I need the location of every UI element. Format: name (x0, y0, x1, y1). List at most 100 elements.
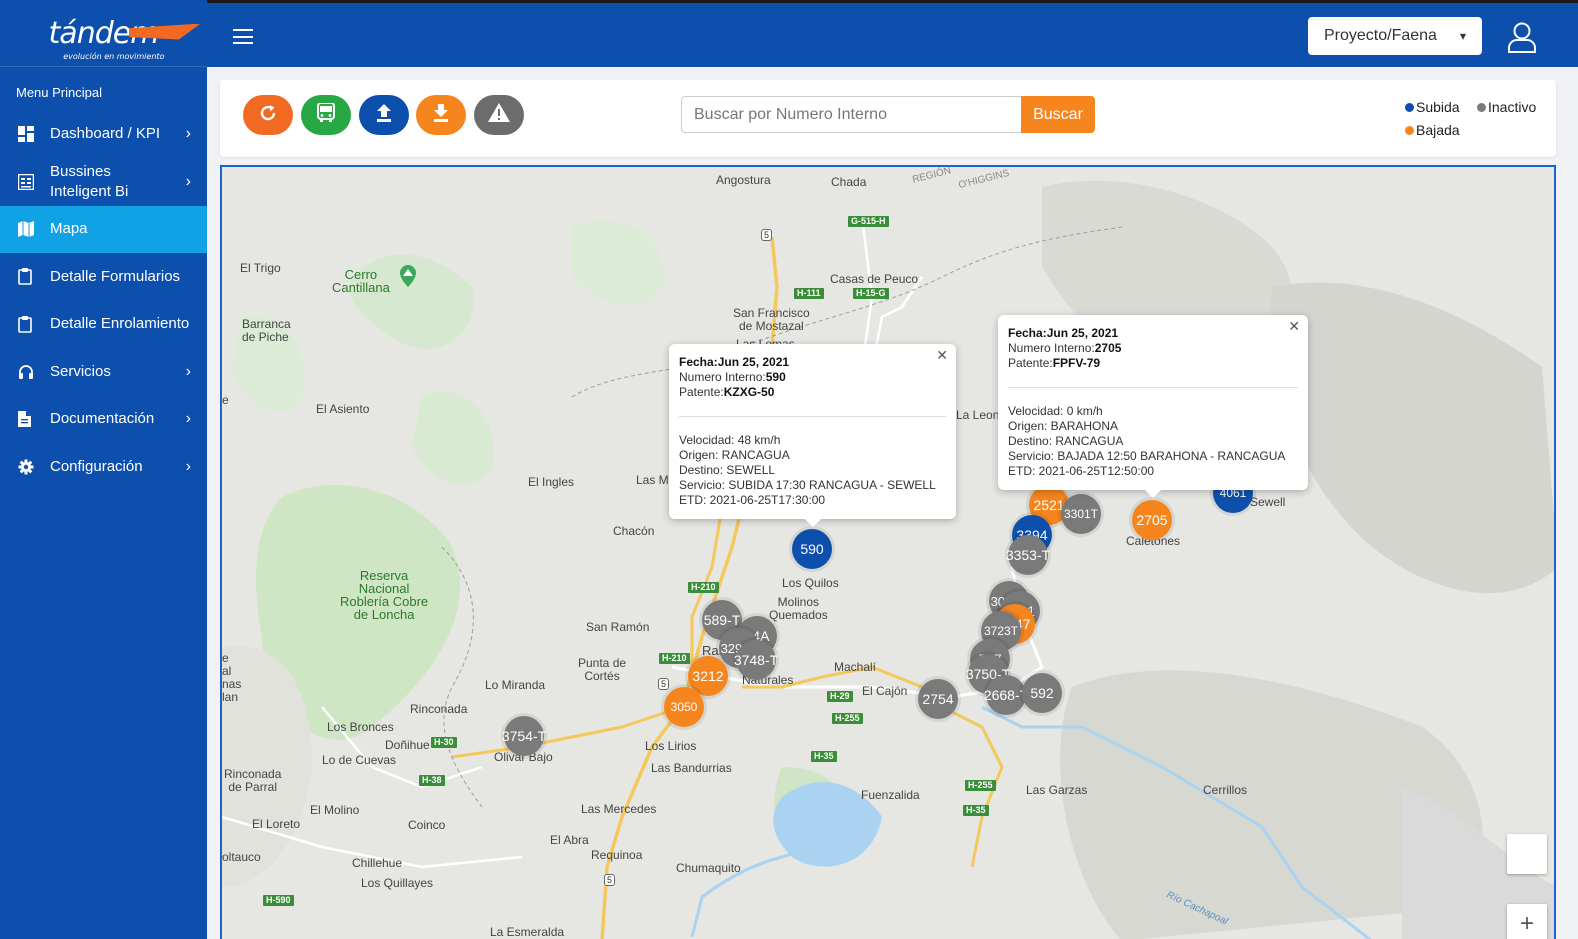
bus-marker[interactable]: 3754-T (502, 716, 546, 756)
refresh-button[interactable] (243, 95, 293, 135)
sidebar-item-documentacion[interactable]: Documentación › (0, 396, 207, 444)
popup-patente: KZXG-50 (723, 385, 775, 399)
popup-divider (679, 416, 946, 417)
place-label: Rinconada de Parral (224, 767, 282, 794)
popup-etd: ETD: 2021-06-25T12:50:00 (1008, 464, 1155, 478)
refresh-icon (259, 104, 277, 127)
sidebar-item-bi[interactable]: Bussines Inteligent Bi › (0, 158, 207, 206)
sidebar: tándem evolución en movimiento Menu Prin… (0, 0, 207, 939)
clipboard-icon (18, 268, 50, 286)
sidebar-item-mapa[interactable]: Mapa (0, 205, 207, 253)
search-input[interactable]: Buscar por Numero Interno (681, 96, 1022, 133)
place-label: Punta de Cortés (578, 656, 627, 683)
bus-marker[interactable]: 3050 (664, 687, 704, 727)
place-label: Doñihue (385, 738, 430, 752)
legend-label: Inactivo (1488, 99, 1537, 115)
place-label: Machalí (834, 660, 877, 674)
sidebar-item-label: Servicios (50, 362, 111, 380)
download-button[interactable] (416, 95, 466, 135)
place-label: Los Bronces (327, 720, 394, 734)
popup-fecha-label: Fecha: (1008, 326, 1047, 340)
place-label: Reserva Nacional Roblería Cobre de Lonch… (340, 568, 429, 622)
bus-marker[interactable]: 2705 (1132, 500, 1172, 540)
popup-patente: FPFV-79 (1052, 356, 1101, 370)
popup-numero-label: Numero Interno: (1008, 341, 1095, 355)
popup-origen: Origen: RANCAGUA (679, 448, 790, 462)
chevron-down-icon: ▾ (1459, 29, 1466, 43)
close-icon[interactable]: ✕ (1288, 319, 1300, 334)
place-label: oltauco (222, 850, 261, 864)
sidebar-item-detalle-enrolamiento[interactable]: Detalle Enrolamiento (0, 301, 207, 349)
popup-numero-label: Numero Interno: (679, 370, 766, 384)
place-label: Chada (831, 175, 867, 189)
user-icon[interactable] (1507, 21, 1537, 58)
place-label: e al nas lan (222, 651, 242, 704)
project-select[interactable]: Proyecto/Faena ▾ (1308, 17, 1482, 55)
search-button[interactable]: Buscar (1021, 96, 1095, 133)
place-label: Las Garzas (1026, 783, 1088, 797)
popup-fecha-label: Fecha: (679, 355, 718, 369)
place-label: San Ramón (586, 620, 650, 634)
route-shield: 5 (658, 678, 670, 690)
chevron-right-icon: › (185, 410, 191, 428)
top-bar: Proyecto/Faena ▾ (207, 0, 1578, 67)
sidebar-item-servicios[interactable]: Servicios › (0, 348, 207, 396)
sidebar-item-configuracion[interactable]: Configuración › (0, 443, 207, 491)
headphones-icon (18, 364, 50, 380)
popup-velocidad: Velocidad: 0 km/h (1008, 404, 1103, 418)
map-canvas[interactable]: Angostura Chada REGIÓN O'HIGGINS El Trig… (220, 165, 1556, 939)
place-label: El Asiento (316, 402, 370, 416)
highway-badge: H-255 (965, 780, 996, 791)
popup-divider (1008, 387, 1298, 388)
search-placeholder: Buscar por Numero Interno (694, 105, 887, 123)
place-label: San Francisco de Mostazal (733, 306, 810, 333)
legend-label: Bajada (1416, 122, 1460, 138)
place-label: El Molino (310, 803, 360, 817)
brand-tagline: evolución en movimiento (63, 51, 165, 61)
bus-button[interactable] (301, 95, 351, 135)
popup-numero: 2705 (1094, 341, 1122, 355)
bus-marker[interactable]: 3748-T (734, 640, 778, 680)
bus-marker[interactable]: 590 (792, 529, 832, 569)
place-label: Rinconada (410, 702, 468, 716)
bus-marker[interactable]: 3353-T (1006, 535, 1050, 575)
place-label: Fuenzalida (861, 788, 920, 802)
zoom-in-button[interactable]: + (1507, 904, 1547, 939)
highway-badge: G-515-H (848, 216, 889, 227)
project-select-value: Proyecto/Faena (1324, 27, 1437, 44)
popup-fecha: Jun 25, 2021 (1046, 326, 1119, 340)
sidebar-item-label: Dashboard / KPI (50, 124, 161, 142)
sidebar-item-detalle-formularios[interactable]: Detalle Formularios (0, 253, 207, 301)
legend-bajada: Bajada (1405, 122, 1460, 138)
chevron-right-icon: › (185, 362, 191, 380)
bus-marker[interactable]: 2668-T (984, 675, 1028, 715)
highway-badge: H-29 (827, 691, 853, 702)
warning-button[interactable] (474, 95, 524, 135)
brand-logo[interactable]: tándem evolución en movimiento (0, 0, 207, 67)
highway-badge: H-35 (811, 751, 837, 762)
fullscreen-button[interactable] (1507, 834, 1547, 874)
download-icon (433, 103, 449, 127)
place-label: Cerro Cantillana (332, 267, 390, 295)
legend-label: Subida (1416, 99, 1460, 115)
bus-marker[interactable]: 592 (1022, 673, 1062, 713)
bus-marker[interactable]: 3301T (1061, 494, 1101, 534)
popup-fecha: Jun 25, 2021 (717, 355, 790, 369)
close-icon[interactable]: ✕ (936, 348, 948, 363)
legend-inactivo: Inactivo (1477, 99, 1536, 115)
route-shield: 5 (761, 229, 773, 241)
place-label: Las Mercedes (581, 802, 657, 816)
hamburger-menu-icon[interactable] (233, 29, 253, 44)
bus-marker[interactable]: 2754 (918, 679, 958, 719)
legend-dot (1405, 102, 1414, 112)
highway-badge: H-255 (832, 713, 863, 724)
place-label: La Esmeralda (490, 925, 565, 939)
chevron-right-icon: › (185, 172, 191, 190)
highway-badge: H-210 (688, 582, 719, 593)
vehicle-info-popup: ✕ Fecha:Jun 25, 2021 Numero Interno:2705… (998, 315, 1308, 498)
popup-destino: Destino: SEWELL (679, 463, 776, 477)
sidebar-item-dashboard[interactable]: Dashboard / KPI › (0, 110, 207, 158)
place-label: El Cajón (862, 684, 908, 698)
place-label: Casas de Peuco (830, 272, 919, 286)
upload-button[interactable] (359, 95, 409, 135)
